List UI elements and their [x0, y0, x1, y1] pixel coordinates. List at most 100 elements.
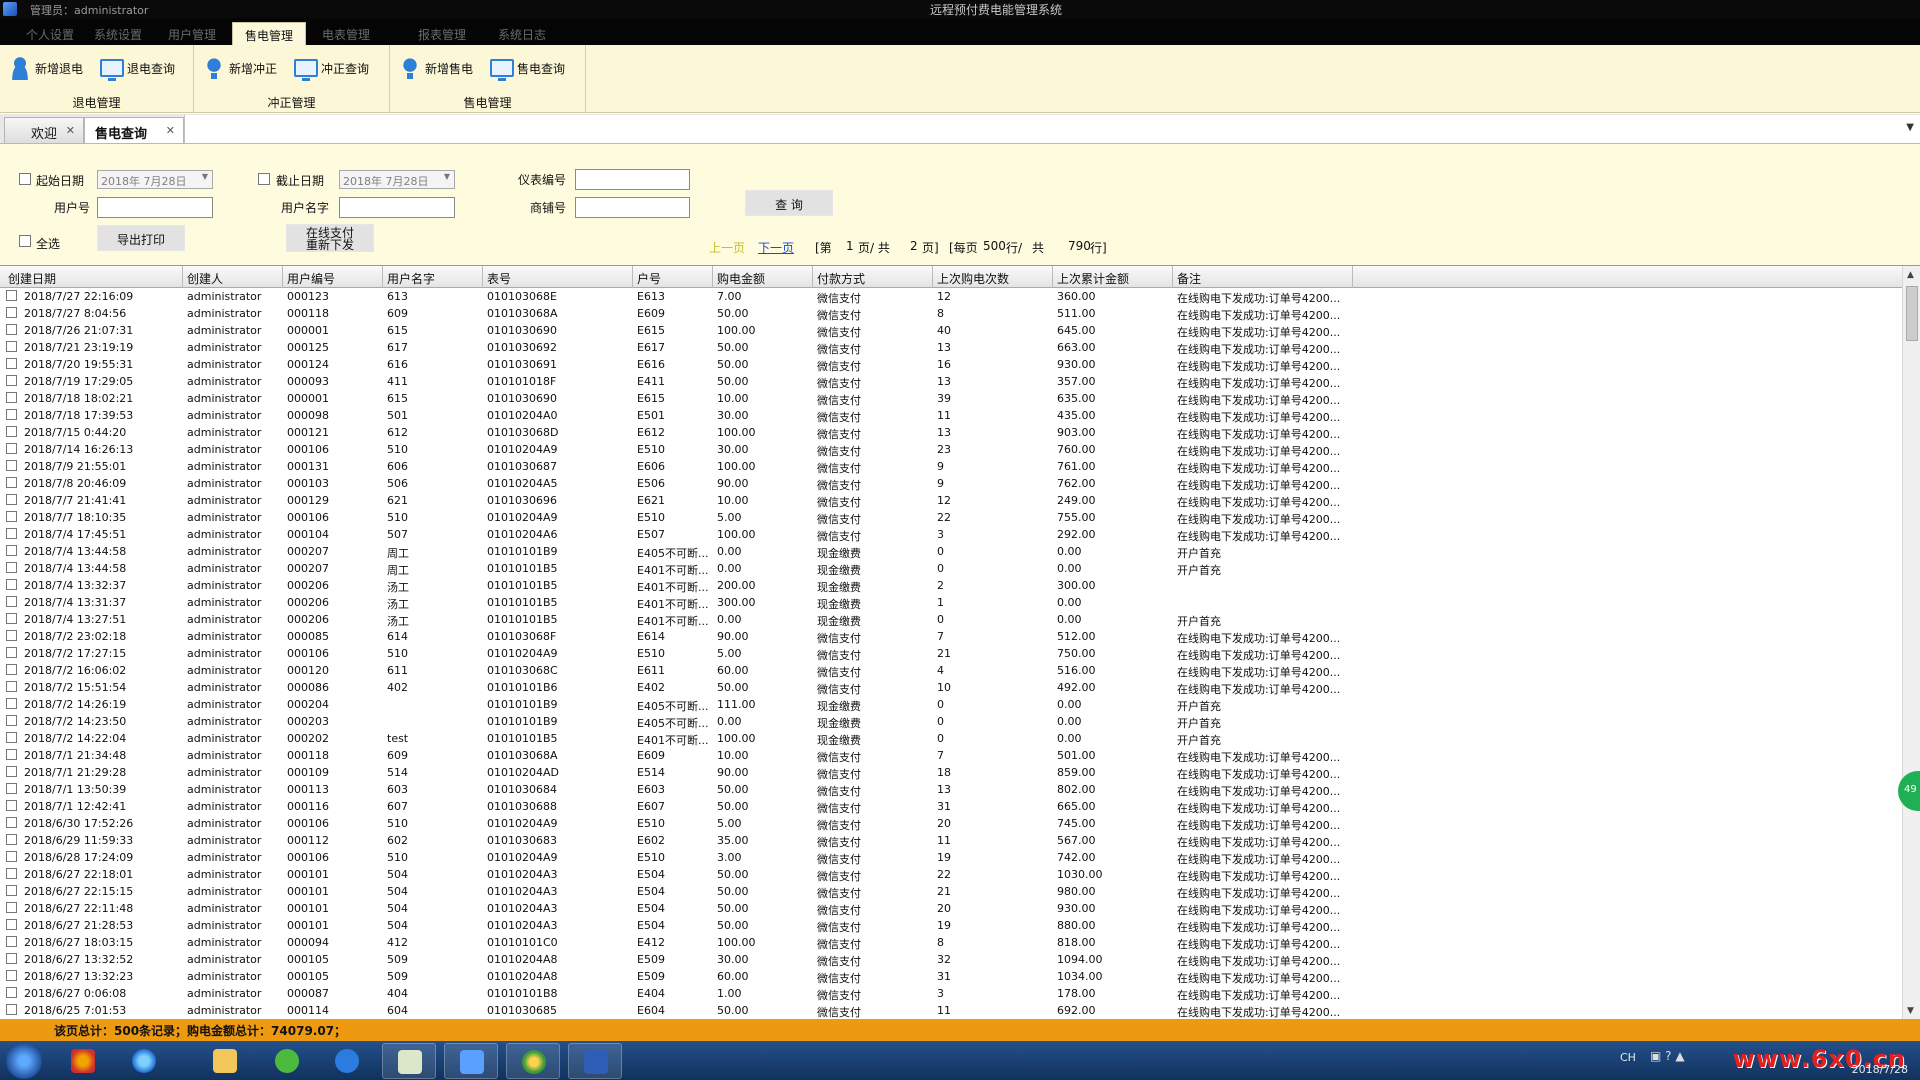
row-checkbox[interactable]: [6, 698, 17, 709]
refund-query-button[interactable]: 退电查询: [100, 55, 175, 81]
chevron-down-icon[interactable]: ▼: [1906, 122, 1914, 133]
row-checkbox[interactable]: [6, 868, 17, 879]
row-checkbox[interactable]: [6, 800, 17, 811]
table-row[interactable]: 2018/7/4 13:44:58 administrator 000207 周工 01…: [0, 543, 1902, 560]
row-checkbox[interactable]: [6, 732, 17, 743]
table-row[interactable]: 2018/6/27 0:06:08 administrator 000087 404 0…: [0, 985, 1902, 1002]
table-row[interactable]: 2018/7/1 13:50:39 administrator 000113 603 0…: [0, 781, 1902, 798]
table-row[interactable]: 2018/6/27 21:28:53 administrator 000101 504…: [0, 917, 1902, 934]
doc-tab-sale-query[interactable]: 售电查询 ✕: [84, 117, 184, 143]
column-divider[interactable]: [1172, 266, 1173, 288]
row-checkbox[interactable]: [6, 834, 17, 845]
row-checkbox[interactable]: [6, 766, 17, 777]
row-checkbox[interactable]: [6, 936, 17, 947]
table-row[interactable]: 2018/7/20 19:55:31 administrator 000124 616…: [0, 356, 1902, 373]
col-last-count-header[interactable]: 上次购电次数: [937, 270, 1009, 287]
sale-query-button[interactable]: 售电查询: [490, 55, 565, 81]
table-row[interactable]: 2018/6/27 22:11:48 administrator 000101 504…: [0, 900, 1902, 917]
col-user-no-header[interactable]: 用户编号: [287, 270, 335, 287]
meter-no-input[interactable]: [575, 169, 690, 190]
tab-user-management[interactable]: 用户管理: [156, 22, 228, 45]
col-creator-header[interactable]: 创建人: [187, 270, 223, 287]
row-checkbox[interactable]: [6, 919, 17, 930]
table-row[interactable]: 2018/7/2 14:22:04 administrator 000202 test…: [0, 730, 1902, 747]
row-checkbox[interactable]: [6, 613, 17, 624]
table-row[interactable]: 2018/6/27 18:03:15 administrator 000094 412…: [0, 934, 1902, 951]
row-checkbox[interactable]: [6, 290, 17, 301]
row-checkbox[interactable]: [6, 596, 17, 607]
doc-tab-welcome[interactable]: 欢迎 ✕: [4, 117, 84, 143]
col-meter-no-header[interactable]: 表号: [487, 270, 511, 287]
close-icon[interactable]: ✕: [66, 124, 75, 137]
row-checkbox[interactable]: [6, 341, 17, 352]
table-row[interactable]: 2018/7/2 15:51:54 administrator 000086 402 0…: [0, 679, 1902, 696]
taskbar-app[interactable]: [444, 1043, 498, 1079]
table-row[interactable]: 2018/7/1 21:34:48 administrator 000118 609 0…: [0, 747, 1902, 764]
table-row[interactable]: 2018/7/2 17:27:15 administrator 000106 510 0…: [0, 645, 1902, 662]
prev-page-link[interactable]: 上一页: [709, 239, 745, 256]
user-no-input[interactable]: [97, 197, 213, 218]
table-row[interactable]: 2018/6/25 7:01:53 administrator 000114 604 0…: [0, 1002, 1902, 1019]
taskbar-app[interactable]: [260, 1043, 314, 1079]
column-divider[interactable]: [812, 266, 813, 288]
table-row[interactable]: 2018/7/2 14:23:50 administrator 000203 0101…: [0, 713, 1902, 730]
table-row[interactable]: 2018/7/7 18:10:35 administrator 000106 510 0…: [0, 509, 1902, 526]
taskbar-app[interactable]: [56, 1043, 110, 1079]
row-checkbox[interactable]: [6, 528, 17, 539]
col-remark-header[interactable]: 备注: [1177, 270, 1201, 287]
col-payment-method-header[interactable]: 付款方式: [817, 270, 865, 287]
table-row[interactable]: 2018/7/4 13:31:37 administrator 000206 汤工 01…: [0, 594, 1902, 611]
table-row[interactable]: 2018/7/18 18:02:21 administrator 000001 615…: [0, 390, 1902, 407]
table-row[interactable]: 2018/7/1 12:42:41 administrator 000116 607 0…: [0, 798, 1902, 815]
row-checkbox[interactable]: [6, 562, 17, 573]
row-checkbox[interactable]: [6, 715, 17, 726]
start-date-checkbox[interactable]: [19, 173, 31, 185]
start-date-picker[interactable]: 2018年 7月28日 ▼: [97, 170, 213, 189]
column-divider[interactable]: [482, 266, 483, 288]
row-checkbox[interactable]: [6, 324, 17, 335]
table-row[interactable]: 2018/7/2 23:02:18 administrator 000085 614 0…: [0, 628, 1902, 645]
table-row[interactable]: 2018/7/9 21:55:01 administrator 000131 606 0…: [0, 458, 1902, 475]
column-divider[interactable]: [182, 266, 183, 288]
resend-online-payment-button[interactable]: 在线支付 重新下发: [286, 224, 374, 252]
row-checkbox[interactable]: [6, 545, 17, 556]
scroll-down-icon[interactable]: ▼: [1907, 1006, 1914, 1016]
col-account-no-header[interactable]: 户号: [637, 270, 661, 287]
row-checkbox[interactable]: [6, 749, 17, 760]
column-divider[interactable]: [1352, 266, 1353, 288]
taskbar-app[interactable]: [198, 1043, 252, 1079]
end-date-checkbox[interactable]: [258, 173, 270, 185]
row-checkbox[interactable]: [6, 681, 17, 692]
row-checkbox[interactable]: [6, 970, 17, 981]
row-checkbox[interactable]: [6, 375, 17, 386]
table-row[interactable]: 2018/7/4 13:27:51 administrator 000206 汤工 01…: [0, 611, 1902, 628]
column-divider[interactable]: [932, 266, 933, 288]
taskbar-app[interactable]: [117, 1043, 171, 1079]
table-row[interactable]: 2018/7/26 21:07:31 administrator 000001 615…: [0, 322, 1902, 339]
taskbar-app[interactable]: [568, 1043, 622, 1079]
row-checkbox[interactable]: [6, 409, 17, 420]
tab-report-management[interactable]: 报表管理: [406, 22, 478, 45]
row-checkbox[interactable]: [6, 851, 17, 862]
row-checkbox[interactable]: [6, 783, 17, 794]
column-divider[interactable]: [632, 266, 633, 288]
tab-personal-settings[interactable]: 个人设置: [14, 22, 86, 45]
table-row[interactable]: 2018/7/21 23:19:19 administrator 000125 617…: [0, 339, 1902, 356]
column-divider[interactable]: [282, 266, 283, 288]
row-checkbox[interactable]: [6, 817, 17, 828]
tray-icons[interactable]: ▣ ? ▲: [1650, 1049, 1685, 1063]
tab-meter-management[interactable]: 电表管理: [310, 22, 382, 45]
language-indicator[interactable]: CH: [1620, 1051, 1636, 1064]
scroll-up-icon[interactable]: ▲: [1907, 270, 1914, 280]
new-sale-button[interactable]: 新增售电: [398, 55, 473, 81]
table-row[interactable]: 2018/6/27 22:15:15 administrator 000101 504…: [0, 883, 1902, 900]
row-checkbox[interactable]: [6, 494, 17, 505]
table-row[interactable]: 2018/7/2 14:26:19 administrator 000204 0101…: [0, 696, 1902, 713]
table-row[interactable]: 2018/6/29 11:59:33 administrator 000112 602…: [0, 832, 1902, 849]
table-row[interactable]: 2018/6/27 13:32:52 administrator 000105 509…: [0, 951, 1902, 968]
correction-query-button[interactable]: 冲正查询: [294, 55, 369, 81]
row-checkbox[interactable]: [6, 647, 17, 658]
row-checkbox[interactable]: [6, 477, 17, 488]
col-amount-header[interactable]: 购电金额: [717, 270, 765, 287]
row-checkbox[interactable]: [6, 307, 17, 318]
